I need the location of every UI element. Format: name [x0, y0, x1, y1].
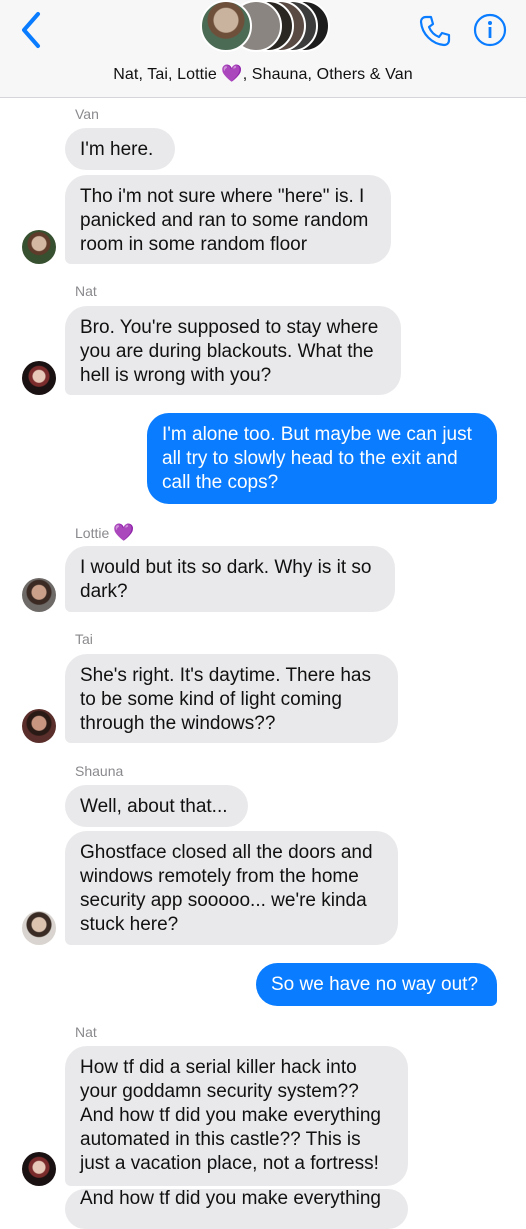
message-bubble[interactable]: Tho i'm not sure where "here" is. I pani… [65, 175, 391, 264]
message-bubble[interactable]: I'm here. [65, 128, 175, 170]
avatar-shauna[interactable] [22, 911, 56, 945]
message-bubble[interactable]: And how tf did you make everything [65, 1189, 408, 1229]
sender-label-shauna: Shauna [75, 763, 124, 779]
avatar-nat[interactable] [22, 1152, 56, 1186]
sender-label-nat: Nat [75, 1024, 97, 1040]
message-bubble[interactable]: She's right. It's daytime. There has to … [65, 654, 398, 743]
avatar-nat[interactable] [22, 361, 56, 395]
sender-label-van: Van [75, 106, 99, 122]
message-bubble[interactable]: How tf did a serial killer hack into you… [65, 1046, 408, 1186]
avatar [200, 0, 252, 52]
sender-label-lottie: Lottie 💜 [75, 523, 135, 542]
purple-heart-icon: 💜 [113, 523, 135, 542]
purple-heart-icon: 💜 [221, 64, 243, 83]
group-avatar-stack[interactable] [200, 0, 330, 56]
avatar-van[interactable] [22, 230, 56, 264]
info-icon[interactable] [473, 13, 507, 47]
message-bubble[interactable]: I would but its so dark. Why is it so da… [65, 546, 395, 612]
avatar-tai[interactable] [22, 709, 56, 743]
sent-message-bubble[interactable]: I'm alone too. But maybe we can just all… [147, 413, 497, 504]
phone-icon[interactable] [418, 14, 452, 48]
sent-message-bubble[interactable]: So we have no way out? [256, 963, 497, 1006]
sender-label-tai: Tai [75, 631, 93, 647]
message-bubble[interactable]: Bro. You're supposed to stay where you a… [65, 306, 401, 395]
conversation-title[interactable]: Nat, Tai, Lottie 💜, Shauna, Others & Van [0, 64, 526, 84]
avatar-lottie[interactable] [22, 578, 56, 612]
sender-label-nat: Nat [75, 283, 97, 299]
conversation-header: Nat, Tai, Lottie 💜, Shauna, Others & Van [0, 0, 526, 98]
message-bubble[interactable]: Ghostface closed all the doors and windo… [65, 831, 398, 945]
message-bubble[interactable]: Well, about that... [65, 785, 248, 827]
back-chevron-icon[interactable] [14, 10, 48, 50]
